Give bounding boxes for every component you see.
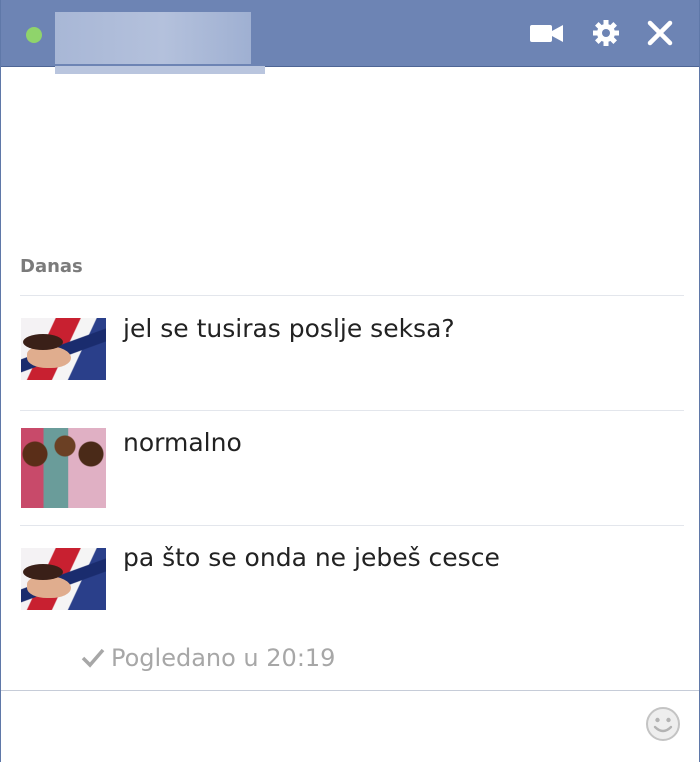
own-avatar[interactable] bbox=[21, 428, 106, 508]
online-status-dot bbox=[26, 27, 42, 43]
divider bbox=[20, 525, 684, 526]
message-text: pa što se onda ne jebeš cesce bbox=[123, 543, 500, 572]
checkmark-icon bbox=[81, 644, 111, 672]
message-text: jel se tusiras poslje seksa? bbox=[123, 314, 455, 343]
chat-titlebar[interactable] bbox=[1, 0, 699, 67]
divider bbox=[20, 410, 684, 411]
contact-avatar[interactable] bbox=[21, 548, 106, 610]
close-icon bbox=[647, 20, 673, 46]
smiley-icon bbox=[646, 707, 680, 741]
divider bbox=[20, 295, 684, 296]
settings-button[interactable] bbox=[587, 16, 625, 50]
seen-text: Pogledano u 20:19 bbox=[111, 644, 336, 672]
day-separator-label: Danas bbox=[20, 256, 83, 277]
chat-window: Danas jel se tusiras poslje seksa? norma… bbox=[0, 0, 700, 762]
message-text: normalno bbox=[123, 428, 242, 457]
contact-name-underline bbox=[55, 66, 265, 74]
seen-receipt: Pogledano u 20:19 bbox=[81, 644, 335, 672]
contact-name[interactable] bbox=[55, 12, 251, 64]
emoji-button[interactable] bbox=[645, 706, 681, 746]
close-button[interactable] bbox=[641, 16, 679, 50]
gear-icon bbox=[593, 20, 619, 46]
message-input[interactable] bbox=[1, 690, 699, 762]
contact-avatar[interactable] bbox=[21, 318, 106, 380]
video-camera-icon bbox=[530, 25, 563, 42]
video-call-button[interactable] bbox=[527, 16, 565, 50]
